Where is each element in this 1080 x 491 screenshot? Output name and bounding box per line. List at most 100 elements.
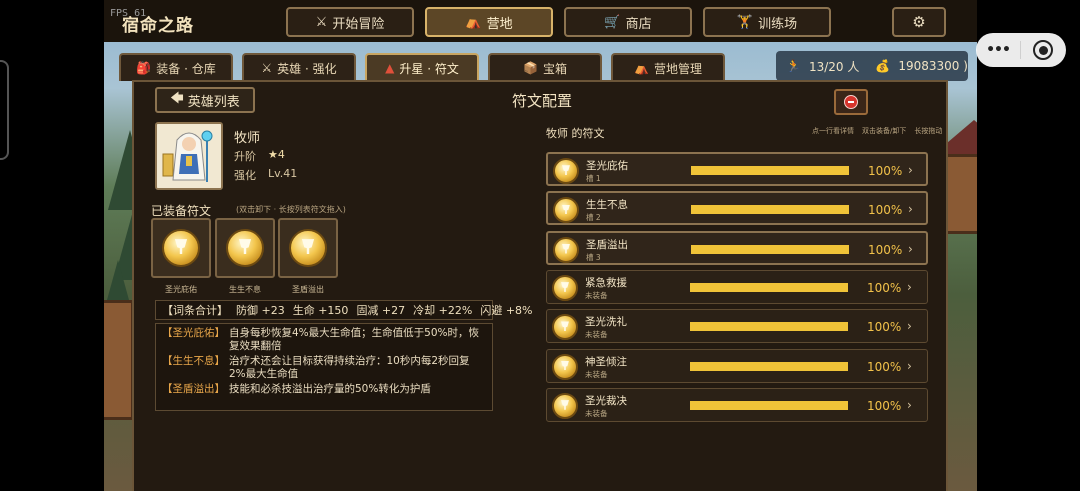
rune-percent: 100% (867, 280, 902, 295)
tab-label: 宝箱 (542, 61, 567, 76)
close-icon (844, 95, 858, 109)
rune-progress-fill (690, 282, 848, 292)
rune-percent: 100% (868, 203, 903, 218)
equipped-rune-slot-3[interactable] (278, 218, 338, 278)
tab-star-rune[interactable]: ▲ 升星 · 符文 (365, 53, 479, 81)
rune-percent: 100% (868, 164, 903, 178)
holy-chalice-icon (552, 392, 578, 419)
description-text: 自身每秒恢复4%最大生命值；生命值低于50%时，恢复效果翻倍 (229, 327, 479, 352)
rune-row[interactable]: 圣光洗礼 未装备 100% › (546, 309, 928, 344)
description-tag: 【圣光庇佑】 (162, 327, 225, 339)
backpack-icon: 🎒 (136, 61, 152, 75)
rune-percent: 100% (867, 359, 902, 374)
equipped-rune-slot-1[interactable] (151, 218, 211, 278)
nav-label: 商店 (625, 16, 652, 32)
rune-status: 槽 3 (586, 252, 601, 262)
ascend-label: 升阶 (234, 150, 256, 163)
back-label: 英雄列表 (187, 94, 240, 110)
hero-portrait (155, 122, 223, 190)
rune-status: 槽 1 (586, 174, 601, 183)
hint-text: 点一行看详情 (812, 127, 854, 135)
summary-stat: 固减 +27 (356, 304, 406, 317)
nav-training-button[interactable]: 🏋 训练场 (703, 7, 831, 37)
gear-icon: ⚙ (912, 13, 926, 31)
rune-name: 神圣倾注 (585, 355, 627, 368)
rune-progress-fill (690, 322, 848, 332)
more-menu-icon[interactable]: ••• (976, 42, 1020, 58)
tab-label: 英雄 · 强化 (277, 61, 337, 76)
rune-name: 圣光庇佑 (586, 160, 628, 172)
enhance-label: 强化 (234, 169, 256, 182)
tab-label: 营地管理 (653, 61, 702, 76)
holy-chalice-icon (552, 353, 578, 380)
rune-row[interactable]: 圣盾溢出槽 3 100% › (546, 230, 928, 265)
rune-progress-fill (691, 244, 849, 254)
nav-label: 营地 (486, 16, 513, 32)
summary-stat: 冷却 +22% (413, 304, 473, 317)
gold-bag-icon: 💰 (875, 59, 891, 73)
rune-description: 【圣光庇佑】 自身每秒恢复4%最大生命值；生命值低于50%时，恢复效果翻倍 (162, 327, 486, 353)
rune-progress-bar (691, 205, 849, 215)
rune-name: 圣光裁决 (585, 394, 627, 407)
rune-row[interactable]: 紧急救援 未装备 100% › (546, 269, 928, 304)
chevron-right-icon: › (908, 163, 913, 177)
rune-name: 生生不息 (586, 199, 628, 212)
holy-chalice-icon (162, 229, 200, 267)
tab-equipment-warehouse[interactable]: 🎒 装备 · 仓库 (119, 53, 233, 81)
hero-ascend-row: 升阶 ★4 (234, 148, 285, 164)
rune-progress-bar (691, 244, 849, 254)
gold-amount: 19083300 ) (898, 59, 968, 73)
holy-chalice-icon (553, 158, 579, 184)
rune-config-panel: 🡄 英雄列表 符文配置 牧师 升阶 ★4 强化 Lv.41 已装备符文 (双击卸… (132, 80, 948, 491)
summary-title: 【词条合计】 (162, 304, 228, 317)
holy-chalice-icon (553, 197, 579, 224)
weightlifter-icon: 🏋 (736, 14, 754, 30)
stat-summary: 【词条合计】 防御 +23 生命 +150 固减 +27 冷却 +22% 闪避 … (155, 300, 533, 320)
priest-avatar-icon (157, 124, 221, 188)
screen: FPS 61 宿命之路 ⚔ 开始冒险 ⛺ 营地 🛒 商店 🏋 训练场 ⚙ 🎒 装… (0, 0, 1080, 491)
side-handle[interactable] (0, 60, 9, 160)
equipped-runes-hint: (双击卸下 · 长按列表符文拖入) (236, 205, 346, 214)
nav-shop-button[interactable]: 🛒 商店 (564, 7, 692, 37)
rune-progress-fill (690, 361, 848, 371)
rune-status: 未装备 (585, 408, 608, 418)
rune-status: 槽 2 (586, 213, 601, 223)
rune-progress-fill (691, 205, 849, 215)
close-button[interactable] (834, 89, 868, 115)
rune-list-hints: 点一行看详情 双击装备/卸下 长按拖动 (812, 126, 942, 136)
resource-stats: 🏃 13/20 人 💰 19083300 ) (776, 51, 968, 81)
rune-progress-fill (690, 400, 848, 410)
cart-icon: 🛒 (604, 14, 621, 30)
settings-button[interactable]: ⚙ (892, 7, 946, 37)
close-miniprogram-button[interactable] (1021, 40, 1065, 60)
rune-progress-bar (690, 361, 848, 371)
nav-start-adventure-button[interactable]: ⚔ 开始冒险 (286, 7, 414, 37)
rune-percent: 100% (867, 320, 902, 335)
rune-progress-bar (690, 400, 848, 410)
game-viewport: FPS 61 宿命之路 ⚔ 开始冒险 ⛺ 营地 🛒 商店 🏋 训练场 ⚙ 🎒 装… (104, 0, 977, 491)
chevron-right-icon: › (907, 397, 912, 412)
rune-row[interactable]: 生生不息槽 2 100% › (546, 191, 928, 226)
chevron-right-icon: › (908, 202, 913, 217)
equipped-rune-slot-2[interactable] (215, 218, 275, 278)
game-title: 宿命之路 (122, 16, 194, 36)
equipped-runes-label: 已装备符文 (151, 204, 212, 218)
miniprogram-capsule: ••• (976, 33, 1066, 67)
tab-hero-enhance[interactable]: ⚔ 英雄 · 强化 (242, 53, 356, 81)
hint-text: 长按拖动 (914, 127, 943, 135)
nav-camp-button[interactable]: ⛺ 营地 (425, 7, 553, 37)
hero-level: Lv.41 (268, 167, 298, 180)
rune-row[interactable]: 圣光裁决 未装备 100% › (546, 387, 928, 422)
rune-descriptions: 【圣光庇佑】 自身每秒恢复4%最大生命值；生命值低于50%时，恢复效果翻倍 【生… (155, 323, 493, 411)
rune-description: 【圣盾溢出】 技能和必杀技溢出治疗量的50%转化为护盾 (162, 383, 486, 396)
tab-camp-management[interactable]: ⛺ 营地管理 (611, 53, 725, 81)
rune-progress-fill (691, 166, 849, 175)
description-tag: 【圣盾溢出】 (162, 383, 225, 395)
nav-label: 训练场 (758, 16, 798, 32)
panel-title: 符文配置 (512, 92, 573, 110)
rune-row[interactable]: 圣光庇佑槽 1 100% › (546, 152, 928, 186)
top-bar: FPS 61 宿命之路 ⚔ 开始冒险 ⛺ 营地 🛒 商店 🏋 训练场 ⚙ (104, 0, 977, 42)
tab-chest[interactable]: 📦 宝箱 (488, 53, 602, 81)
back-to-hero-list-button[interactable]: 🡄 英雄列表 (155, 87, 255, 113)
rune-row[interactable]: 神圣倾注 未装备 100% › (546, 348, 928, 383)
